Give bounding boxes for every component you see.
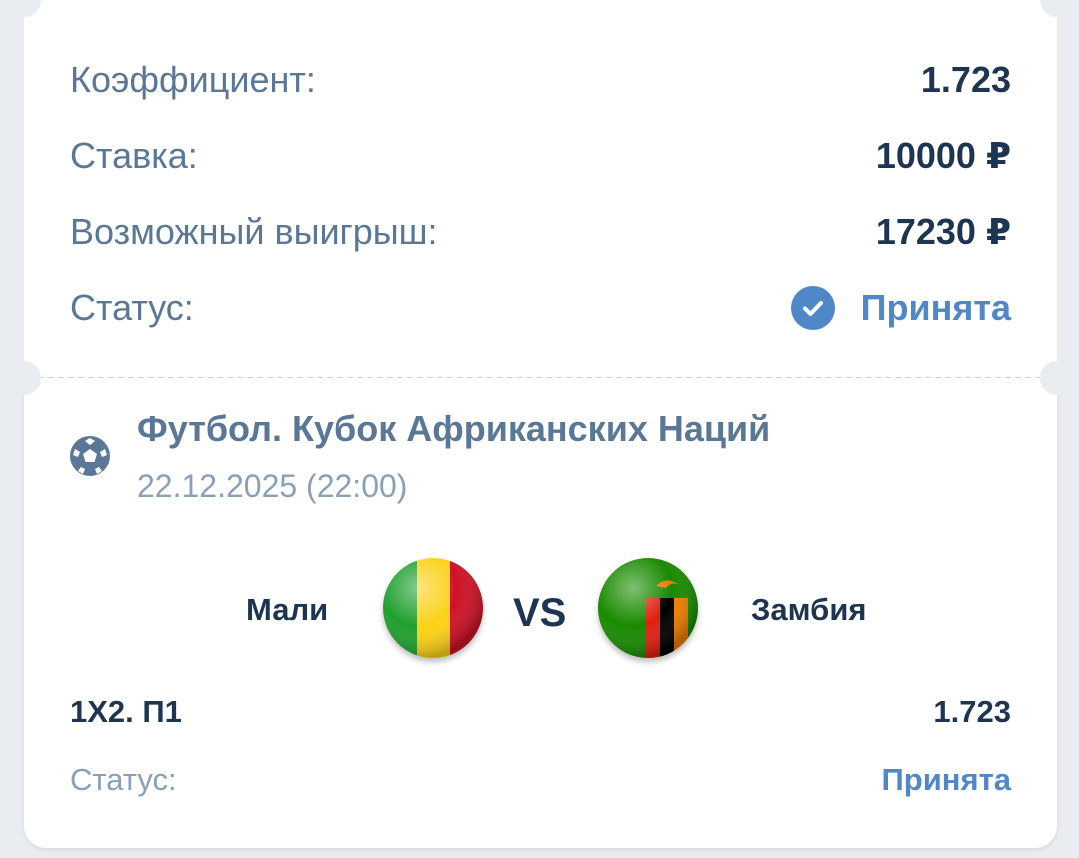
possible-win-row: Возможный выигрыш: 17230 ₽ xyxy=(70,210,1011,254)
bet-odds: 1.723 xyxy=(933,694,1011,729)
check-circle-icon xyxy=(790,286,835,330)
bet-status-label: Статус: xyxy=(70,762,177,797)
bet-status-row: Статус: Принята xyxy=(70,760,1011,800)
ticket-notch-mid-left xyxy=(7,361,41,395)
status-label: Статус: xyxy=(70,287,194,328)
bet-status-value: Принята xyxy=(881,762,1011,797)
home-team-name: Мали xyxy=(246,592,329,627)
bet-selection-row: 1X2. П1 1.723 xyxy=(70,692,1011,732)
ticket-notch-mid-right xyxy=(1040,361,1074,395)
event-datetime: 22.12.2025 (22:00) xyxy=(137,468,408,504)
zambia-flag-icon xyxy=(598,558,698,658)
coefficient-value: 1.723 xyxy=(920,59,1011,100)
status-value: Принята xyxy=(790,286,1011,330)
soccer-ball-icon xyxy=(68,434,112,478)
coefficient-row: Коэффициент: 1.723 xyxy=(70,58,1011,102)
possible-win-label: Возможный выигрыш: xyxy=(70,211,438,252)
mali-flag-icon xyxy=(383,558,483,658)
event-title: Футбол. Кубок Африканских Наций xyxy=(137,408,771,449)
stake-row: Ставка: 10000 ₽ xyxy=(70,134,1011,178)
status-row: Статус: Принята xyxy=(70,284,1011,332)
versus-label: VS xyxy=(513,591,567,635)
away-team-name: Замбия xyxy=(751,592,867,627)
stake-label: Ставка: xyxy=(70,135,198,176)
bet-market: 1X2. П1 xyxy=(70,694,182,729)
status-value-text: Принята xyxy=(860,287,1011,328)
possible-win-value: 17230 ₽ xyxy=(875,211,1011,252)
coefficient-label: Коэффициент: xyxy=(70,59,316,100)
stake-value: 10000 ₽ xyxy=(875,135,1011,176)
